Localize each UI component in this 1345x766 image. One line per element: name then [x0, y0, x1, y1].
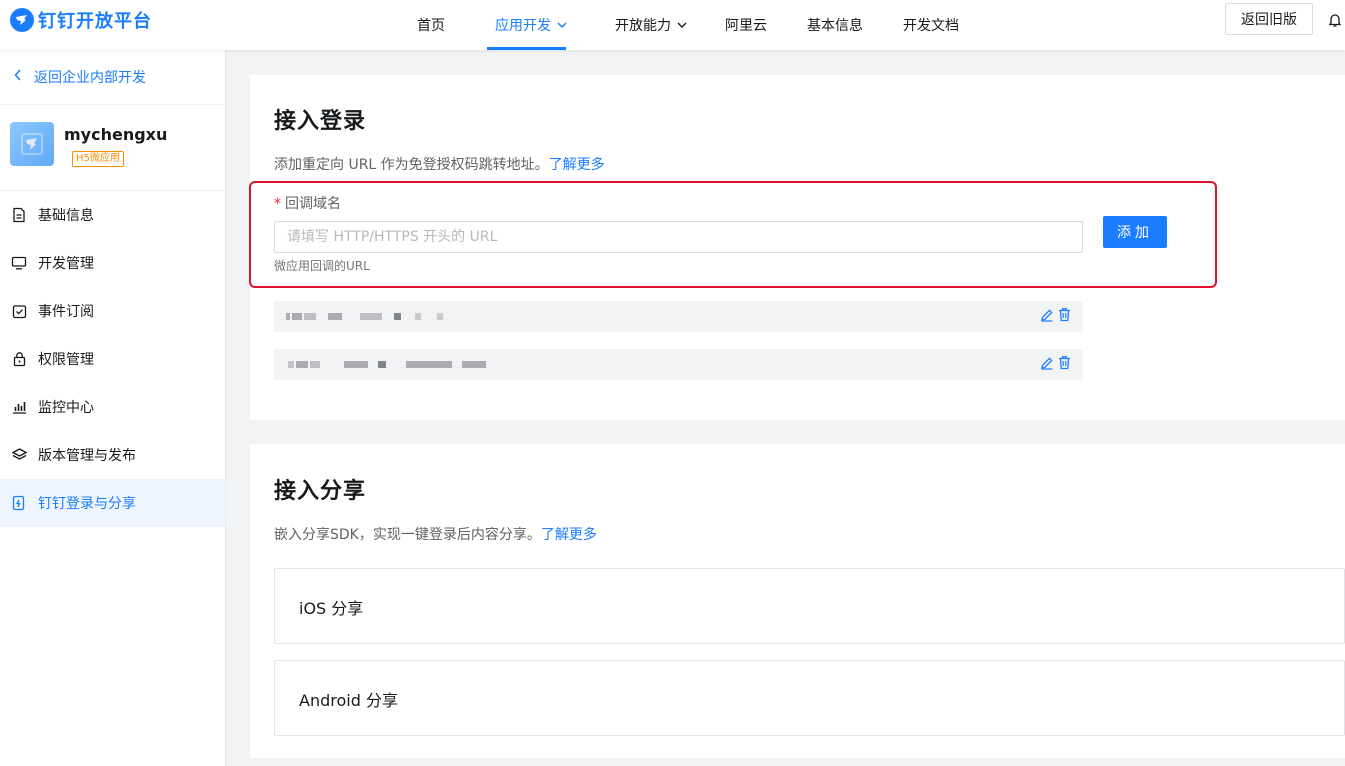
chevron-down-icon — [557, 17, 567, 33]
add-callback-button[interactable]: 添加 — [1103, 216, 1167, 248]
bell-icon[interactable] — [1328, 12, 1342, 32]
sidebar-item-label: 基础信息 — [38, 208, 94, 224]
share-title: 接入分享 — [274, 479, 367, 504]
back-to-old-version-button[interactable]: 返回旧版 — [1225, 3, 1313, 35]
redirect-url-row — [274, 301, 1083, 332]
login-desc-text: 添加重定向 URL 作为免登授权码跳转地址。 — [274, 157, 549, 173]
nav-home-label: 首页 — [417, 18, 445, 34]
nav-home[interactable]: 首页 — [417, 0, 445, 50]
sidebar-item-basic-info[interactable]: 基础信息 — [0, 191, 225, 239]
share-desc-text: 嵌入分享SDK，实现一键登录后内容分享。 — [274, 527, 541, 543]
dingtalk-logo-icon — [10, 8, 34, 32]
row-actions — [1036, 307, 1071, 322]
redirect-url-row — [274, 349, 1083, 380]
layers-icon — [11, 447, 27, 463]
nav-app-dev-label: 应用开发 — [495, 18, 551, 34]
sidebar-item-monitor-center[interactable]: 监控中心 — [0, 383, 225, 431]
app-card: mychengxu H5微应用 — [0, 105, 225, 191]
chevron-down-icon — [677, 17, 687, 33]
sidebar-item-label: 事件订阅 — [38, 304, 94, 320]
login-description: 添加重定向 URL 作为免登授权码跳转地址。了解更多 — [274, 154, 605, 174]
callback-url-input[interactable] — [274, 221, 1083, 253]
back-link-label: 返回企业内部开发 — [34, 70, 146, 86]
brand-logo[interactable]: 钉钉开放平台 — [10, 7, 152, 33]
app-name: mychengxu — [64, 125, 168, 144]
nav-active-indicator — [487, 47, 566, 50]
nav-basic-info[interactable]: 基本信息 — [807, 0, 863, 50]
sidebar-item-event-subscription[interactable]: 事件订阅 — [0, 287, 225, 335]
edit-icon[interactable] — [1040, 356, 1054, 370]
ios-share-label: iOS 分享 — [299, 599, 364, 618]
sidebar: 返回企业内部开发 mychengxu H5微应用 基础信息 开发管理 事件订阅 … — [0, 50, 226, 766]
top-bar: 钉钉开放平台 首页 应用开发 开放能力 阿里云 基本信息 开发文档 返回旧版 — [0, 0, 1345, 50]
callback-domain-label: * 回调域名 — [274, 193, 341, 213]
bar-chart-icon — [11, 399, 27, 415]
brand-name: 钉钉开放平台 — [38, 11, 152, 32]
callback-domain-label-text: 回调域名 — [285, 196, 341, 212]
edit-icon[interactable] — [1040, 308, 1054, 322]
login-learn-more-link[interactable]: 了解更多 — [549, 157, 605, 173]
android-share-label: Android 分享 — [299, 691, 398, 710]
nav-open-capabilities[interactable]: 开放能力 — [615, 0, 687, 50]
ios-share-card[interactable]: iOS 分享 — [274, 568, 1345, 644]
share-description: 嵌入分享SDK，实现一键登录后内容分享。了解更多 — [274, 524, 597, 544]
calendar-check-icon — [11, 303, 27, 319]
nav-basic-info-label: 基本信息 — [807, 18, 863, 34]
android-share-card[interactable]: Android 分享 — [274, 660, 1345, 736]
back-to-internal-dev-link[interactable]: 返回企业内部开发 — [0, 50, 225, 105]
login-title: 接入登录 — [274, 109, 367, 134]
nav-open-capabilities-label: 开放能力 — [615, 18, 671, 34]
sidebar-item-label: 开发管理 — [38, 256, 94, 272]
login-share-icon — [11, 495, 27, 511]
row-actions — [1036, 355, 1071, 370]
sidebar-item-label: 钉钉登录与分享 — [38, 496, 136, 512]
sidebar-item-label: 监控中心 — [38, 400, 94, 416]
sidebar-item-label: 权限管理 — [38, 352, 94, 368]
sidebar-item-dev-management[interactable]: 开发管理 — [0, 239, 225, 287]
chevron-left-icon — [14, 69, 22, 85]
delete-icon[interactable] — [1058, 307, 1071, 322]
nav-app-dev[interactable]: 应用开发 — [495, 0, 567, 50]
sidebar-item-permission-management[interactable]: 权限管理 — [0, 335, 225, 383]
required-mark: * — [274, 196, 281, 212]
delete-icon[interactable] — [1058, 355, 1071, 370]
sidebar-item-login-share[interactable]: 钉钉登录与分享 — [0, 479, 225, 527]
monitor-icon — [11, 255, 27, 271]
obscured-url-value — [286, 301, 445, 332]
nav-aliyun[interactable]: 阿里云 — [725, 0, 767, 50]
sidebar-item-label: 版本管理与发布 — [38, 448, 136, 464]
nav-dev-docs-label: 开发文档 — [903, 18, 959, 34]
app-icon — [10, 122, 54, 166]
obscured-url-value — [288, 349, 488, 380]
document-icon — [11, 207, 27, 223]
nav-dev-docs[interactable]: 开发文档 — [903, 0, 959, 50]
nav-aliyun-label: 阿里云 — [725, 18, 767, 34]
sidebar-item-version-release[interactable]: 版本管理与发布 — [0, 431, 225, 479]
callback-url-hint: 微应用回调的URL — [274, 259, 370, 273]
share-learn-more-link[interactable]: 了解更多 — [541, 527, 597, 543]
lock-icon — [11, 351, 27, 367]
app-type-badge: H5微应用 — [72, 151, 124, 167]
